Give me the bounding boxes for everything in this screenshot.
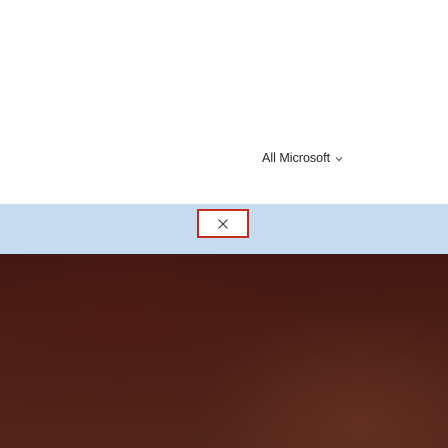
close-button[interactable] xyxy=(197,209,249,238)
all-microsoft-dropdown[interactable]: All Microsoft xyxy=(262,151,343,165)
chevron-down-icon xyxy=(335,155,343,163)
all-microsoft-label: All Microsoft xyxy=(262,151,331,165)
web-page-content: All Microsoft xyxy=(0,0,448,204)
close-icon xyxy=(217,218,229,230)
desktop-wallpaper xyxy=(0,254,448,448)
